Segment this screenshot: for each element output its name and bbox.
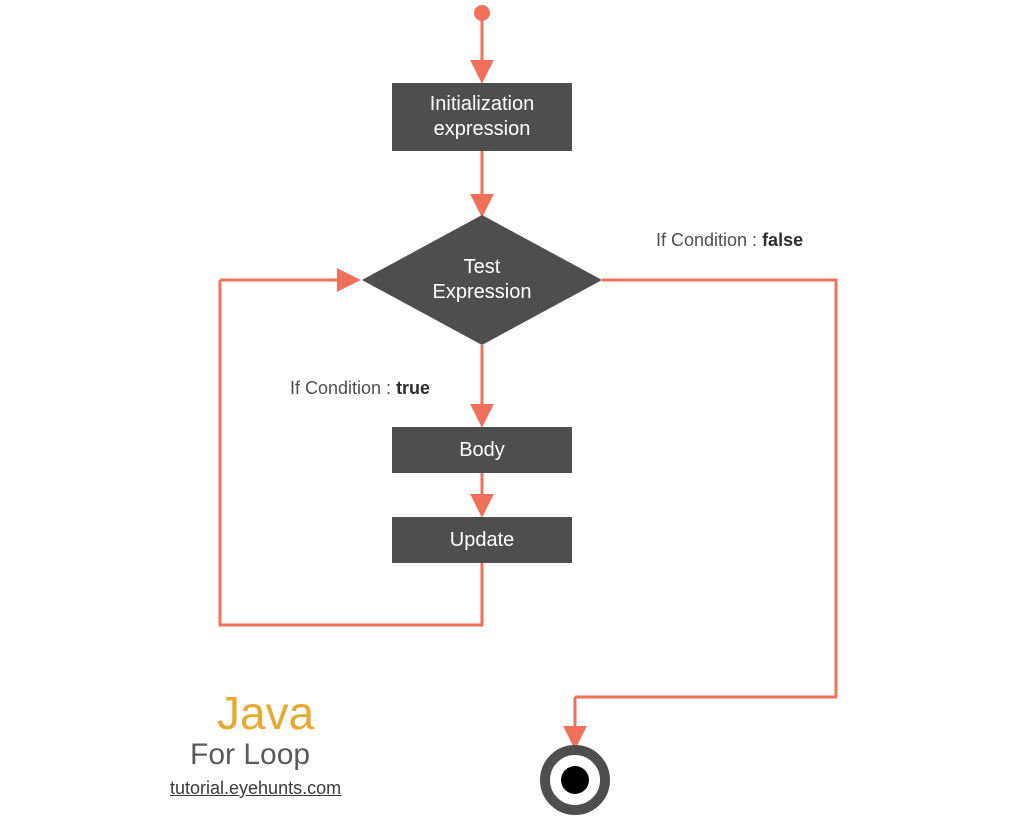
node-body: Body xyxy=(392,427,572,473)
title-java: Java xyxy=(217,686,314,740)
annotation-false-value: false xyxy=(762,230,803,250)
node-test-expression: TestExpression xyxy=(362,215,602,345)
end-node-outer-icon xyxy=(545,750,605,810)
title-subtitle: For Loop xyxy=(190,738,310,772)
annotation-false-prefix: If Condition : xyxy=(656,230,762,250)
end-node-inner-icon xyxy=(561,766,589,794)
node-update: Update xyxy=(392,517,572,563)
node-body-label: Body xyxy=(459,438,505,463)
node-test-expression-label: TestExpression xyxy=(433,255,532,305)
annotation-false: If Condition : false xyxy=(656,230,803,251)
annotation-true: If Condition : true xyxy=(290,378,430,399)
annotation-true-value: true xyxy=(396,378,430,398)
start-node-icon xyxy=(474,5,490,21)
node-update-label: Update xyxy=(450,528,515,553)
annotation-true-prefix: If Condition : xyxy=(290,378,396,398)
title-link[interactable]: tutorial.eyehunts.com xyxy=(170,778,341,799)
node-initialization: Initializationexpression xyxy=(392,83,572,151)
flowchart-canvas: Initializationexpression TestExpression … xyxy=(0,0,1024,835)
node-initialization-label: Initializationexpression xyxy=(430,92,535,142)
